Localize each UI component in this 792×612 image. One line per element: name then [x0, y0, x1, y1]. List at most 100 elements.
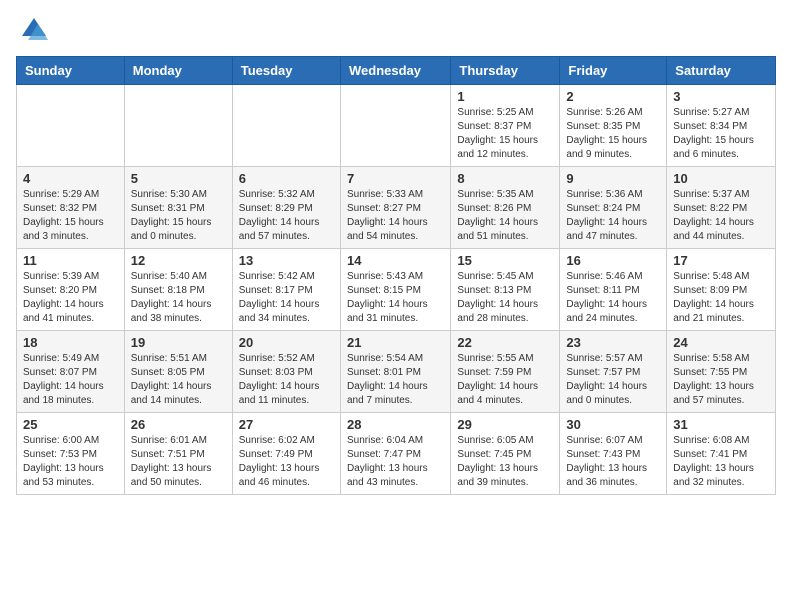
day-info: Sunrise: 5:42 AM Sunset: 8:17 PM Dayligh… [239, 270, 334, 326]
day-info: Sunrise: 5:58 AM Sunset: 7:55 PM Dayligh… [673, 352, 769, 408]
day-info: Sunrise: 5:26 AM Sunset: 8:35 PM Dayligh… [566, 106, 660, 162]
calendar-table: SundayMondayTuesdayWednesdayThursdayFrid… [16, 56, 776, 495]
calendar-day-cell: 28Sunrise: 6:04 AM Sunset: 7:47 PM Dayli… [340, 413, 450, 495]
calendar-day-cell: 5 Sunrise: 5:30 AM Sunset: 8:31 PM Daylig… [124, 167, 232, 249]
day-number: 29 [457, 417, 553, 432]
calendar-day-cell [124, 85, 232, 167]
calendar-day-cell: 18Sunrise: 5:49 AM Sunset: 8:07 PM Dayli… [17, 331, 125, 413]
calendar-day-cell: 14 Sunrise: 5:43 AM Sunset: 8:15 PM Dayli… [340, 249, 450, 331]
calendar-week-row: 18Sunrise: 5:49 AM Sunset: 8:07 PM Dayli… [17, 331, 776, 413]
calendar-day-cell: 21 Sunrise: 5:54 AM Sunset: 8:01 PM Dayli… [340, 331, 450, 413]
day-info: Sunrise: 5:29 AM Sunset: 8:32 PM Dayligh… [23, 188, 118, 244]
calendar-day-cell: 22 Sunrise: 5:55 AM Sunset: 7:59 PM Dayli… [451, 331, 560, 413]
day-of-week-header: Friday [560, 57, 667, 85]
calendar-day-cell: 24 Sunrise: 5:58 AM Sunset: 7:55 PM Dayli… [667, 331, 776, 413]
day-info: Sunrise: 5:54 AM Sunset: 8:01 PM Dayligh… [347, 352, 444, 408]
day-number: 31 [673, 417, 769, 432]
day-info: Sunrise: 5:46 AM Sunset: 8:11 PM Dayligh… [566, 270, 660, 326]
calendar-day-cell: 20 Sunrise: 5:52 AM Sunset: 8:03 PM Dayli… [232, 331, 340, 413]
day-number: 19 [131, 335, 226, 350]
calendar-day-cell: 3Sunrise: 5:27 AM Sunset: 8:34 PM Daylig… [667, 85, 776, 167]
day-of-week-header: Monday [124, 57, 232, 85]
calendar-day-cell: 29 Sunrise: 6:05 AM Sunset: 7:45 PM Dayli… [451, 413, 560, 495]
day-of-week-header: Thursday [451, 57, 560, 85]
day-number: 28 [347, 417, 444, 432]
day-info: Sunrise: 5:33 AM Sunset: 8:27 PM Dayligh… [347, 188, 444, 244]
calendar-week-row: 11Sunrise: 5:39 AM Sunset: 8:20 PM Dayli… [17, 249, 776, 331]
day-info: Sunrise: 5:43 AM Sunset: 8:15 PM Dayligh… [347, 270, 444, 326]
day-info: Sunrise: 5:57 AM Sunset: 7:57 PM Dayligh… [566, 352, 660, 408]
day-of-week-header: Sunday [17, 57, 125, 85]
day-info: Sunrise: 5:52 AM Sunset: 8:03 PM Dayligh… [239, 352, 334, 408]
calendar-day-cell: 27Sunrise: 6:02 AM Sunset: 7:49 PM Dayli… [232, 413, 340, 495]
day-info: Sunrise: 5:32 AM Sunset: 8:29 PM Dayligh… [239, 188, 334, 244]
day-number: 21 [347, 335, 444, 350]
day-number: 15 [457, 253, 553, 268]
day-info: Sunrise: 5:25 AM Sunset: 8:37 PM Dayligh… [457, 106, 553, 162]
page-header [16, 16, 776, 44]
logo [16, 16, 48, 44]
calendar-day-cell: 6 Sunrise: 5:32 AM Sunset: 8:29 PM Daylig… [232, 167, 340, 249]
calendar-week-row: 25 Sunrise: 6:00 AM Sunset: 7:53 PM Dayli… [17, 413, 776, 495]
calendar-day-cell: 26 Sunrise: 6:01 AM Sunset: 7:51 PM Dayli… [124, 413, 232, 495]
logo-icon [20, 16, 48, 44]
day-info: Sunrise: 5:55 AM Sunset: 7:59 PM Dayligh… [457, 352, 553, 408]
calendar-day-cell: 10 Sunrise: 5:37 AM Sunset: 8:22 PM Dayli… [667, 167, 776, 249]
calendar-day-cell: 16 Sunrise: 5:46 AM Sunset: 8:11 PM Dayli… [560, 249, 667, 331]
day-number: 10 [673, 171, 769, 186]
calendar-day-cell [340, 85, 450, 167]
calendar-day-cell: 30 Sunrise: 6:07 AM Sunset: 7:43 PM Dayli… [560, 413, 667, 495]
calendar-day-cell: 7 Sunrise: 5:33 AM Sunset: 8:27 PM Daylig… [340, 167, 450, 249]
calendar-day-cell [17, 85, 125, 167]
day-number: 9 [566, 171, 660, 186]
day-info: Sunrise: 5:37 AM Sunset: 8:22 PM Dayligh… [673, 188, 769, 244]
day-of-week-header: Wednesday [340, 57, 450, 85]
day-info: Sunrise: 5:49 AM Sunset: 8:07 PM Dayligh… [23, 352, 118, 408]
day-info: Sunrise: 5:30 AM Sunset: 8:31 PM Dayligh… [131, 188, 226, 244]
day-number: 5 [131, 171, 226, 186]
day-info: Sunrise: 5:27 AM Sunset: 8:34 PM Dayligh… [673, 106, 769, 162]
calendar-day-cell: 25 Sunrise: 6:00 AM Sunset: 7:53 PM Dayli… [17, 413, 125, 495]
day-info: Sunrise: 6:01 AM Sunset: 7:51 PM Dayligh… [131, 434, 226, 490]
day-info: Sunrise: 5:45 AM Sunset: 8:13 PM Dayligh… [457, 270, 553, 326]
calendar-day-cell: 11Sunrise: 5:39 AM Sunset: 8:20 PM Dayli… [17, 249, 125, 331]
day-info: Sunrise: 6:07 AM Sunset: 7:43 PM Dayligh… [566, 434, 660, 490]
calendar-week-row: 1Sunrise: 5:25 AM Sunset: 8:37 PM Daylig… [17, 85, 776, 167]
day-number: 23 [566, 335, 660, 350]
day-info: Sunrise: 5:48 AM Sunset: 8:09 PM Dayligh… [673, 270, 769, 326]
day-number: 27 [239, 417, 334, 432]
day-number: 8 [457, 171, 553, 186]
calendar-day-cell: 23 Sunrise: 5:57 AM Sunset: 7:57 PM Dayli… [560, 331, 667, 413]
day-number: 13 [239, 253, 334, 268]
calendar-day-cell [232, 85, 340, 167]
day-info: Sunrise: 6:00 AM Sunset: 7:53 PM Dayligh… [23, 434, 118, 490]
day-info: Sunrise: 5:40 AM Sunset: 8:18 PM Dayligh… [131, 270, 226, 326]
day-info: Sunrise: 6:05 AM Sunset: 7:45 PM Dayligh… [457, 434, 553, 490]
day-info: Sunrise: 5:35 AM Sunset: 8:26 PM Dayligh… [457, 188, 553, 244]
day-number: 26 [131, 417, 226, 432]
day-number: 6 [239, 171, 334, 186]
day-number: 24 [673, 335, 769, 350]
day-info: Sunrise: 5:36 AM Sunset: 8:24 PM Dayligh… [566, 188, 660, 244]
calendar-day-cell: 1Sunrise: 5:25 AM Sunset: 8:37 PM Daylig… [451, 85, 560, 167]
calendar-day-cell: 31Sunrise: 6:08 AM Sunset: 7:41 PM Dayli… [667, 413, 776, 495]
day-number: 7 [347, 171, 444, 186]
day-number: 4 [23, 171, 118, 186]
calendar-day-cell: 15 Sunrise: 5:45 AM Sunset: 8:13 PM Dayli… [451, 249, 560, 331]
day-number: 16 [566, 253, 660, 268]
day-number: 12 [131, 253, 226, 268]
day-number: 20 [239, 335, 334, 350]
day-info: Sunrise: 5:51 AM Sunset: 8:05 PM Dayligh… [131, 352, 226, 408]
calendar-week-row: 4 Sunrise: 5:29 AM Sunset: 8:32 PM Daylig… [17, 167, 776, 249]
calendar-day-cell: 17Sunrise: 5:48 AM Sunset: 8:09 PM Dayli… [667, 249, 776, 331]
day-info: Sunrise: 5:39 AM Sunset: 8:20 PM Dayligh… [23, 270, 118, 326]
day-number: 14 [347, 253, 444, 268]
calendar-day-cell: 8 Sunrise: 5:35 AM Sunset: 8:26 PM Daylig… [451, 167, 560, 249]
day-number: 22 [457, 335, 553, 350]
day-number: 30 [566, 417, 660, 432]
calendar-day-cell: 13 Sunrise: 5:42 AM Sunset: 8:17 PM Dayli… [232, 249, 340, 331]
calendar-day-cell: 19 Sunrise: 5:51 AM Sunset: 8:05 PM Dayli… [124, 331, 232, 413]
day-number: 25 [23, 417, 118, 432]
calendar-day-cell: 2Sunrise: 5:26 AM Sunset: 8:35 PM Daylig… [560, 85, 667, 167]
calendar-day-cell: 9 Sunrise: 5:36 AM Sunset: 8:24 PM Daylig… [560, 167, 667, 249]
